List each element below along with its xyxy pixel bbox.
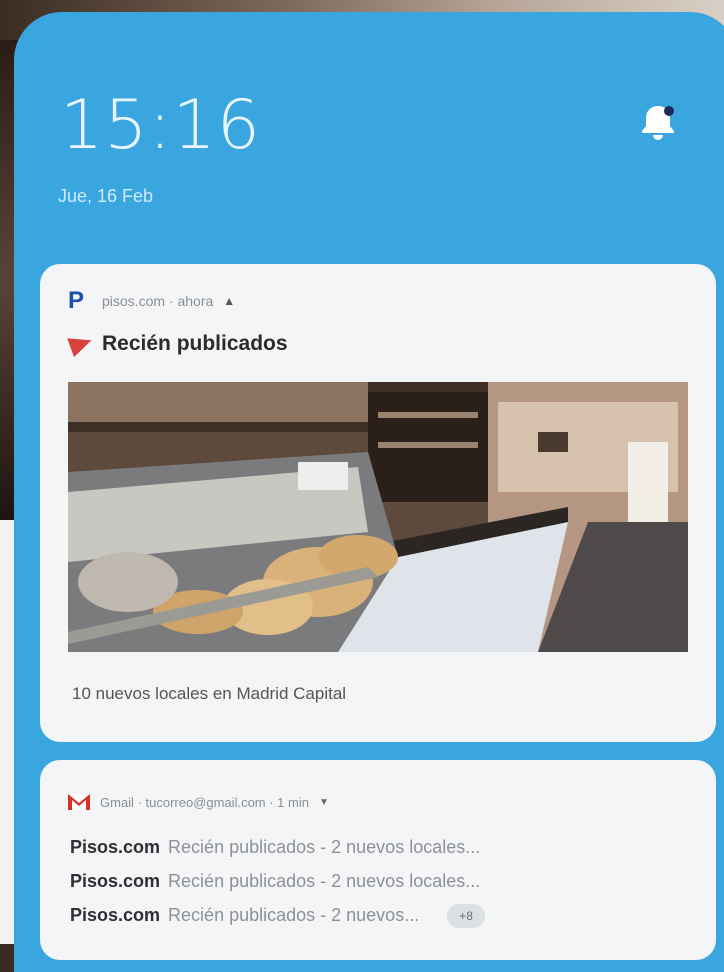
pin-icon	[67, 330, 95, 358]
chevron-up-icon[interactable]: ▲	[223, 294, 235, 308]
notification-body: 10 nuevos locales en Madrid Capital	[72, 684, 347, 703]
notification-title-row: Recién publicados	[67, 330, 288, 358]
mail-item[interactable]: Pisos.com Recién publicados - 2 nuevos lo…	[70, 864, 690, 898]
gmail-header: Gmail · tucorreo@gmail.com · 1 min ▼	[68, 794, 329, 810]
mail-sender: Pisos.com	[70, 837, 161, 857]
notification-card-gmail[interactable]: Gmail · tucorreo@gmail.com · 1 min ▼ Pis…	[40, 760, 716, 960]
pisos-logo-icon: P	[68, 287, 85, 314]
mail-sender: Pisos.com	[70, 871, 161, 891]
notification-card-pisos[interactable]: P pisos.com · ahora ▲ Recién publicados	[40, 264, 716, 742]
chevron-down-icon[interactable]: ▼	[319, 797, 329, 808]
notification-title: Recién publicados	[102, 332, 288, 355]
bell-icon[interactable]	[636, 100, 680, 144]
lockscreen-date: Jue, 16 Feb	[58, 186, 154, 206]
more-count-badge[interactable]: +8	[447, 904, 485, 929]
gmail-meta: Gmail · tucorreo@gmail.com · 1 min	[100, 794, 309, 810]
lockscreen-clock: 15:16	[60, 86, 261, 165]
notification-header: P pisos.com · ahora ▲	[68, 288, 235, 314]
notification-image[interactable]	[68, 382, 688, 652]
mail-snippet: Recién publicados - 2 nuevos...	[168, 905, 420, 925]
mail-snippet: Recién publicados - 2 nuevos locales...	[168, 871, 481, 891]
app-meta: pisos.com · ahora	[102, 293, 214, 309]
mail-item[interactable]: Pisos.com Recién publicados - 2 nuevos...…	[70, 898, 690, 932]
mail-sender: Pisos.com	[70, 905, 161, 925]
mail-list: Pisos.com Recién publicados - 2 nuevos lo…	[70, 830, 690, 932]
mail-item[interactable]: Pisos.com Recién publicados - 2 nuevos lo…	[70, 830, 690, 864]
gmail-icon	[68, 794, 90, 810]
mail-snippet: Recién publicados - 2 nuevos locales...	[168, 837, 481, 857]
